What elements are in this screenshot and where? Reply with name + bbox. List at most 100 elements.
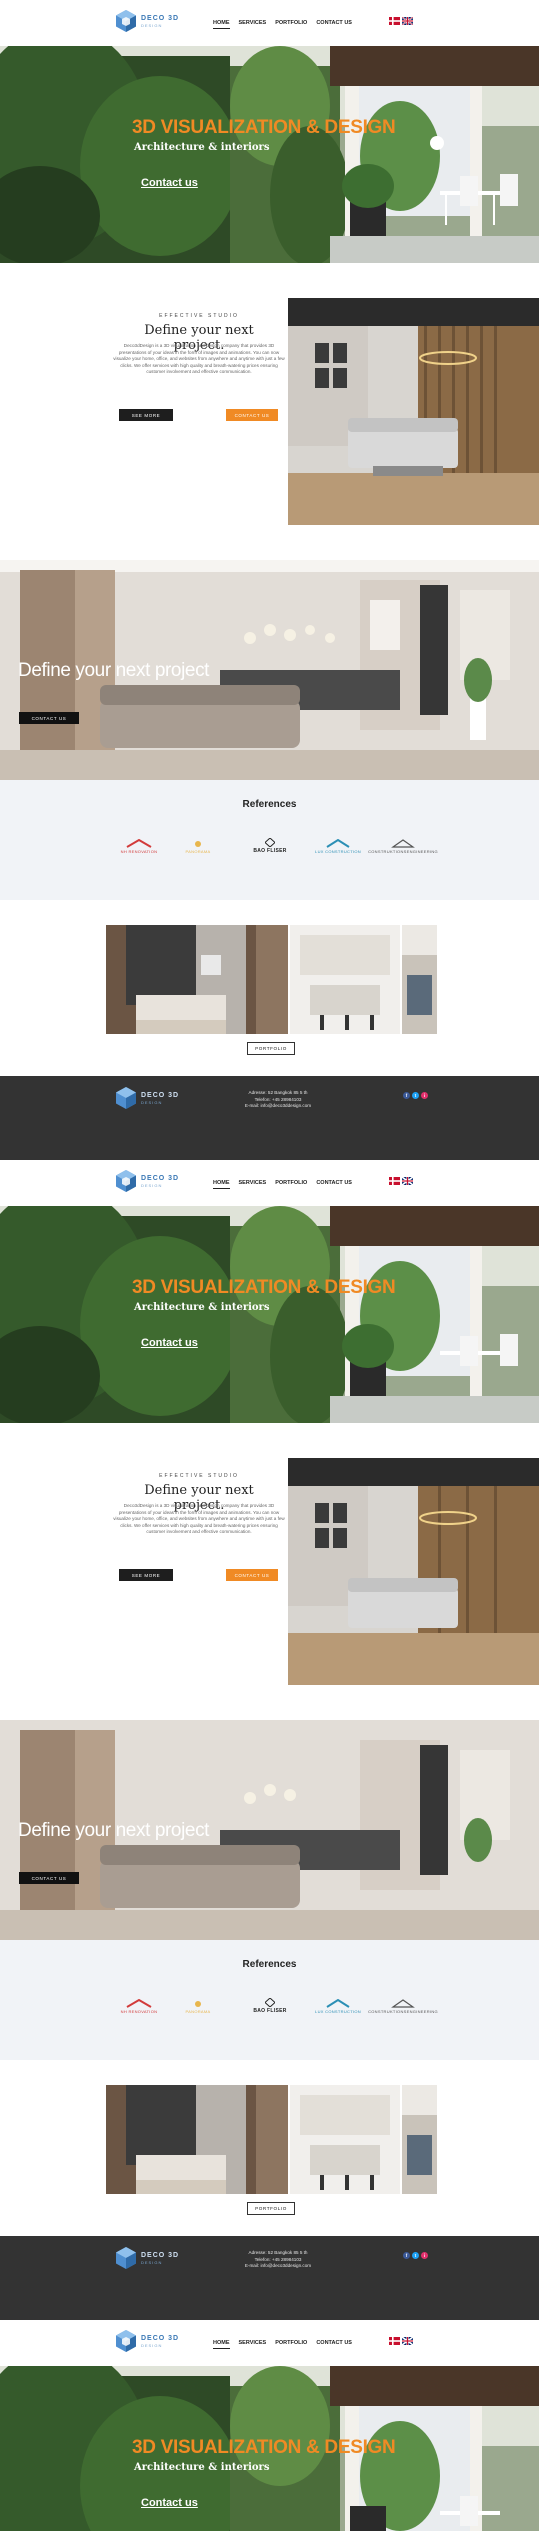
main-nav: HOME SERVICES PORTFOLIO CONTACT US	[213, 1180, 352, 1189]
reference-name: LUX CONSTRUCTION	[315, 2008, 361, 2014]
danish-flag-icon[interactable]	[389, 1177, 400, 1185]
reference-logo-nh-renovation[interactable]: NH RENOVATION	[117, 837, 161, 855]
site-header: DECO 3D DESIGN HOME SERVICES PORTFOLIO C…	[0, 1160, 539, 1206]
portfolio-bedroom-image[interactable]	[106, 925, 288, 1034]
danish-flag-icon[interactable]	[389, 2337, 400, 2345]
hero-subtitle: Architecture & interiors	[134, 142, 270, 153]
footer-email[interactable]: E-mail: info@deco3ddesign.com	[238, 1103, 318, 1110]
uk-flag-icon[interactable]	[402, 2337, 413, 2345]
reference-logo-bao-fliser[interactable]: BAO FLISER	[248, 837, 292, 855]
reference-name: BAO FLISER	[253, 2008, 287, 2014]
nav-portfolio[interactable]: PORTFOLIO	[275, 20, 307, 29]
instagram-icon[interactable]: i	[421, 2252, 428, 2259]
site-logo[interactable]: DECO 3D DESIGN	[115, 2329, 179, 2353]
language-switcher	[389, 2337, 413, 2345]
see-more-button[interactable]: SEE MORE	[119, 409, 173, 421]
portfolio-office-image[interactable]	[402, 2085, 437, 2194]
hero-contact-link[interactable]: Contact us	[141, 2497, 198, 2509]
sun-icon	[195, 2000, 201, 2007]
reference-logo-lux-construction[interactable]: LUX CONSTRUCTION	[315, 1997, 361, 2015]
portfolio-office-image[interactable]	[402, 925, 437, 1034]
hero-contact-link[interactable]: Contact us	[141, 1337, 198, 1349]
nav-portfolio[interactable]: PORTFOLIO	[275, 2340, 307, 2349]
house-outline-icon	[391, 838, 415, 848]
danish-flag-icon[interactable]	[389, 17, 400, 25]
portfolio-kitchen-image[interactable]	[290, 925, 400, 1034]
logo-text: DECO 3D	[141, 2334, 180, 2342]
diamond-icon	[265, 838, 275, 847]
nav-services[interactable]: SERVICES	[239, 1180, 267, 1189]
nav-contact-us[interactable]: CONTACT US	[316, 20, 352, 29]
facebook-icon[interactable]: f	[403, 2252, 410, 2259]
hero-contact-link[interactable]: Contact us	[141, 177, 198, 189]
living-contact-button[interactable]: CONTACT US	[19, 1872, 79, 1884]
roof-icon	[126, 1998, 152, 2008]
footer-logo[interactable]: DECO 3D DESIGN	[115, 1086, 179, 1110]
references-title: References	[242, 1959, 297, 1970]
site-footer: DECO 3D DESIGN Adresse: 52 Bangkok 85 5 …	[0, 2236, 539, 2320]
twitter-icon[interactable]: t	[412, 1092, 419, 1099]
logo-text: DECO 3D	[141, 14, 180, 22]
nav-portfolio[interactable]: PORTFOLIO	[275, 1180, 307, 1189]
main-nav: HOME SERVICES PORTFOLIO CONTACT US	[213, 2340, 352, 2349]
language-switcher	[389, 1177, 413, 1185]
cube-logo-icon	[116, 1170, 136, 1192]
nav-services[interactable]: SERVICES	[239, 20, 267, 29]
section-kicker: EFFECTIVE STUDIO	[159, 1473, 239, 1479]
section-kicker: EFFECTIVE STUDIO	[159, 313, 239, 319]
reference-logo-panorama[interactable]: PANORAMA	[176, 1997, 220, 2015]
diamond-icon	[265, 1998, 275, 2007]
reference-name: CONSTRUKTIONSENGINEERING	[368, 2008, 438, 2014]
footer-logo[interactable]: DECO 3D DESIGN	[115, 2246, 179, 2270]
hero-title: 3D VISUALIZATION & DESIGN	[132, 117, 396, 138]
living-contact-button[interactable]: CONTACT US	[19, 712, 79, 724]
hero-banner: 3D VISUALIZATION & DESIGN Architecture &…	[0, 1206, 539, 1423]
facebook-icon[interactable]: f	[403, 1092, 410, 1099]
portfolio-button[interactable]: PORTFOLIO	[247, 2202, 295, 2215]
house-icon	[326, 1998, 350, 2008]
nav-contact-us[interactable]: CONTACT US	[316, 2340, 352, 2349]
reference-logo-lux-construction[interactable]: LUX CONSTRUCTION	[315, 837, 361, 855]
page-section-3: DECO 3D DESIGN HOME SERVICES PORTFOLIO C…	[0, 2320, 539, 2531]
nav-home[interactable]: HOME	[213, 20, 230, 29]
garden-render-image	[0, 46, 539, 263]
reference-name: LUX CONSTRUCTION	[315, 848, 361, 854]
reference-logo-construktions[interactable]: CONSTRUKTIONSENGINEERING	[368, 1997, 438, 2015]
twitter-icon[interactable]: t	[412, 2252, 419, 2259]
portfolio-bedroom-image[interactable]	[106, 2085, 288, 2194]
language-switcher	[389, 17, 413, 25]
reference-logo-nh-renovation[interactable]: NH RENOVATION	[117, 1997, 161, 2015]
main-nav: HOME SERVICES PORTFOLIO CONTACT US	[213, 20, 352, 29]
interior-render-image	[288, 298, 539, 525]
living-title: Define your next project	[18, 1820, 210, 1841]
nav-home[interactable]: HOME	[213, 1180, 230, 1189]
site-logo[interactable]: DECO 3D DESIGN	[115, 1169, 179, 1193]
cube-logo-icon	[116, 1087, 136, 1109]
instagram-icon[interactable]: i	[421, 1092, 428, 1099]
logo-subtext: DESIGN	[141, 22, 163, 28]
sun-icon	[195, 840, 201, 847]
reference-logo-bao-fliser[interactable]: BAO FLISER	[248, 1997, 292, 2015]
portfolio-button[interactable]: PORTFOLIO	[247, 1042, 295, 1055]
reference-logo-panorama[interactable]: PANORAMA	[176, 837, 220, 855]
contact-us-button[interactable]: CONTACT US	[226, 1569, 278, 1581]
living-title: Define your next project	[18, 660, 210, 681]
site-logo[interactable]: DECO 3D DESIGN	[115, 9, 179, 33]
uk-flag-icon[interactable]	[402, 17, 413, 25]
reference-logo-construktions[interactable]: CONSTRUKTIONSENGINEERING	[368, 837, 438, 855]
nav-contact-us[interactable]: CONTACT US	[316, 1180, 352, 1189]
footer-address: Adresse: 52 Bangkok 85 5 th	[248, 1090, 308, 1095]
see-more-button[interactable]: SEE MORE	[119, 1569, 173, 1581]
contact-us-button[interactable]: CONTACT US	[226, 409, 278, 421]
nav-home[interactable]: HOME	[213, 2340, 230, 2349]
logo-subtext: DESIGN	[141, 1099, 163, 1105]
cube-logo-icon	[116, 2330, 136, 2352]
living-banner: Define your next project CONTACT US	[0, 560, 539, 780]
nav-services[interactable]: SERVICES	[239, 2340, 267, 2349]
footer-email[interactable]: E-mail: info@deco3ddesign.com	[238, 2263, 318, 2270]
portfolio-kitchen-image[interactable]	[290, 2085, 400, 2194]
footer-phone: Telefon: +45 28984103	[254, 2256, 302, 2262]
living-banner: Define your next project CONTACT US	[0, 1720, 539, 1940]
logo-text: DECO 3D	[141, 1091, 180, 1099]
uk-flag-icon[interactable]	[402, 1177, 413, 1185]
